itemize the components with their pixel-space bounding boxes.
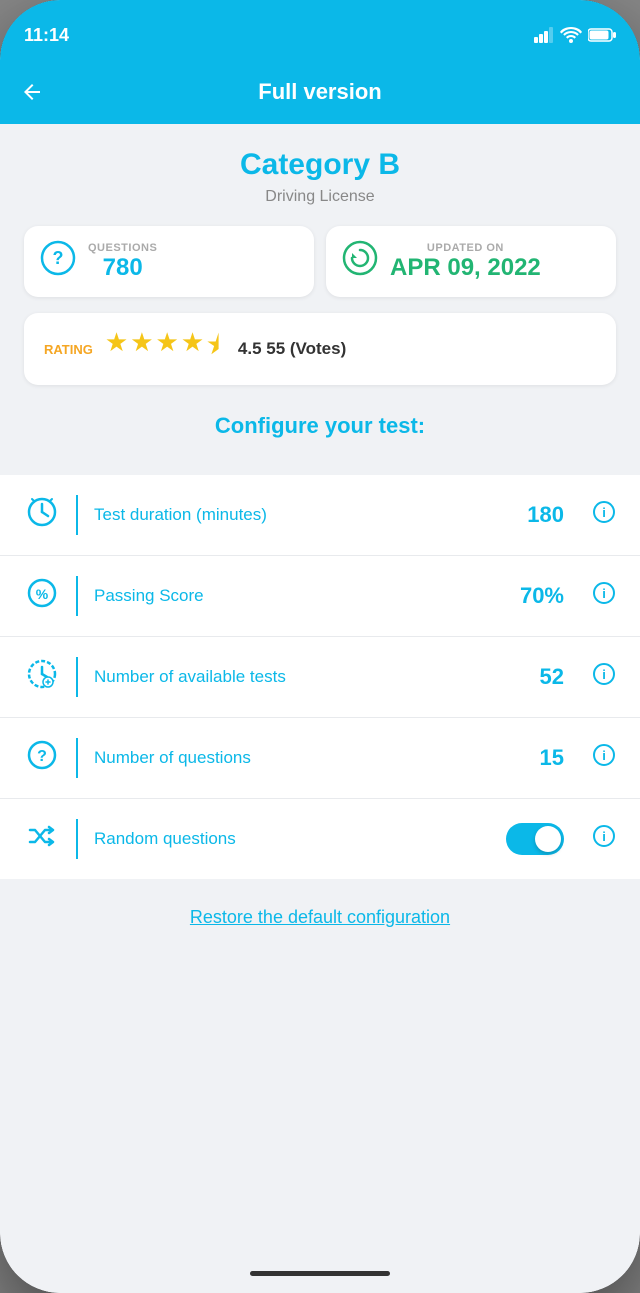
config-row-passing-score[interactable]: % Passing Score 70% i (0, 556, 640, 637)
random-questions-toggle[interactable] (506, 823, 564, 855)
timer-edit-icon (24, 658, 60, 697)
questions-content: QUESTIONS 780 (88, 242, 157, 282)
main-content: Category B Driving License ? QUESTI (0, 124, 640, 1253)
updated-value: APR 09, 2022 (390, 254, 541, 282)
passing-score-value: 70% (520, 583, 564, 609)
rating-card: RATING ★ ★ ★ ★ ⯨ 4.5 55 (Votes) (24, 313, 616, 385)
updated-icon (342, 240, 378, 283)
config-section: Test duration (minutes) 180 i % (0, 475, 640, 879)
question-icon: ? (24, 739, 60, 778)
star-2: ★ (130, 327, 153, 371)
questions-value: 780 (88, 254, 157, 282)
updated-content: UPDATED ON APR 09, 2022 (390, 242, 541, 282)
clock-icon (24, 496, 60, 535)
configure-title: Configure your test: (24, 405, 616, 459)
svg-text:?: ? (53, 248, 64, 268)
svg-text:?: ? (37, 748, 47, 765)
questions-icon: ? (40, 240, 76, 283)
star-3: ★ (156, 327, 179, 371)
home-indicator (0, 1253, 640, 1293)
random-questions-label: Random questions (94, 829, 490, 849)
available-tests-info-icon[interactable]: i (592, 662, 616, 692)
star-4: ★ (181, 327, 204, 371)
svg-text:%: % (36, 586, 49, 602)
info-cards: ? QUESTIONS 780 (24, 226, 616, 297)
hero-section: Category B Driving License ? QUESTI (0, 124, 640, 475)
config-divider (76, 657, 78, 697)
available-tests-value: 52 (540, 664, 564, 690)
config-divider (76, 495, 78, 535)
home-bar (250, 1271, 390, 1276)
test-duration-value: 180 (527, 502, 564, 528)
signal-icon (534, 27, 554, 43)
star-5: ⯨ (206, 327, 220, 371)
num-questions-label: Number of questions (94, 748, 524, 768)
category-subtitle: Driving License (24, 188, 616, 206)
rating-label: RATING (44, 342, 93, 357)
rating-votes: 4.5 55 (Votes) (238, 339, 346, 359)
config-divider (76, 819, 78, 859)
percent-icon: % (24, 577, 60, 616)
header-title: Full version (258, 79, 381, 105)
stars: ★ ★ ★ ★ ⯨ (105, 327, 220, 371)
svg-text:i: i (602, 748, 606, 763)
wifi-icon (560, 27, 582, 43)
passing-score-info-icon[interactable]: i (592, 581, 616, 611)
config-row-test-duration[interactable]: Test duration (minutes) 180 i (0, 475, 640, 556)
available-tests-label: Number of available tests (94, 667, 524, 687)
num-questions-info-icon[interactable]: i (592, 743, 616, 773)
num-questions-value: 15 (540, 745, 564, 771)
category-title: Category B (24, 148, 616, 182)
config-row-random-questions[interactable]: Random questions i (0, 799, 640, 879)
config-row-num-questions[interactable]: ? Number of questions 15 i (0, 718, 640, 799)
questions-label: QUESTIONS (88, 242, 157, 254)
svg-text:i: i (602, 505, 606, 520)
shuffle-icon (24, 820, 60, 859)
config-divider (76, 576, 78, 616)
random-questions-info-icon[interactable]: i (592, 824, 616, 854)
status-icons (534, 27, 616, 43)
back-button[interactable] (20, 80, 44, 104)
test-duration-label: Test duration (minutes) (94, 505, 511, 525)
status-bar: 11:14 (0, 0, 640, 60)
config-divider (76, 738, 78, 778)
footer-section: Restore the default configuration (0, 879, 640, 948)
passing-score-label: Passing Score (94, 586, 504, 606)
svg-text:i: i (602, 829, 606, 844)
star-1: ★ (105, 327, 128, 371)
questions-card: ? QUESTIONS 780 (24, 226, 314, 297)
app-header: Full version (0, 60, 640, 124)
status-time: 11:14 (24, 25, 69, 46)
updated-card: UPDATED ON APR 09, 2022 (326, 226, 616, 297)
svg-text:i: i (602, 586, 606, 601)
config-row-available-tests[interactable]: Number of available tests 52 i (0, 637, 640, 718)
test-duration-info-icon[interactable]: i (592, 500, 616, 530)
toggle-knob (535, 826, 561, 852)
svg-text:i: i (602, 667, 606, 682)
battery-icon (588, 28, 616, 42)
updated-label: UPDATED ON (390, 242, 541, 254)
restore-default-button[interactable]: Restore the default configuration (190, 907, 450, 927)
